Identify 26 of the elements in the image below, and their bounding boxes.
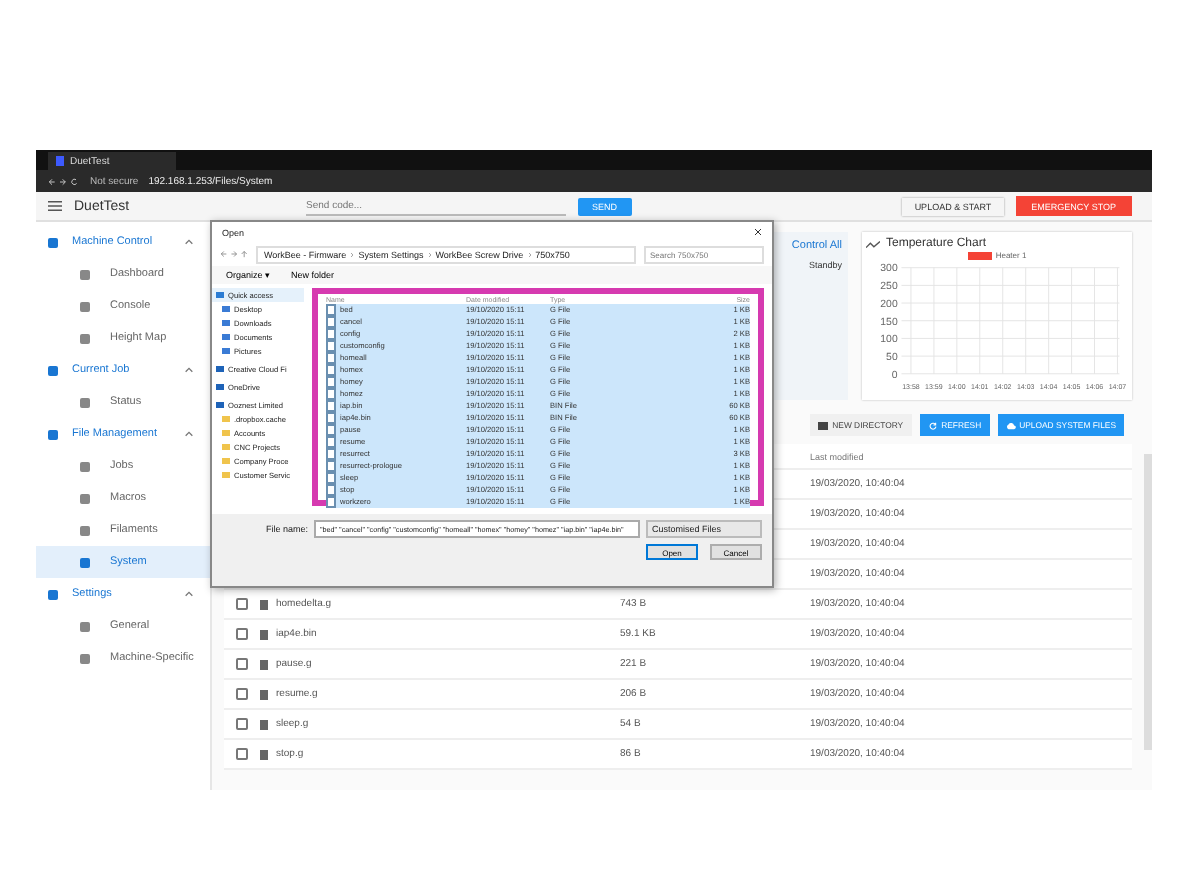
chevron-icon[interactable] <box>184 430 194 438</box>
close-icon[interactable] <box>754 228 762 236</box>
row-checkbox[interactable] <box>236 628 248 640</box>
row-checkbox[interactable] <box>236 748 248 760</box>
chevron-icon[interactable] <box>184 366 194 374</box>
group-icon <box>48 237 58 247</box>
group-icon <box>48 589 58 599</box>
file-icon <box>260 749 268 759</box>
row-checkbox[interactable] <box>236 598 248 610</box>
chevron-icon[interactable] <box>184 238 194 246</box>
row-checkbox[interactable] <box>236 688 248 700</box>
menu-icon[interactable] <box>48 200 62 212</box>
chart-icon <box>866 239 880 249</box>
refresh-icon <box>927 421 938 429</box>
cloud-icon <box>1005 421 1016 429</box>
file-icon <box>260 599 268 609</box>
file-icon <box>260 689 268 699</box>
file-icon <box>260 719 268 729</box>
group-icon <box>48 429 58 439</box>
group-icon <box>48 365 58 375</box>
row-checkbox[interactable] <box>236 718 248 730</box>
browser-nav-icon[interactable] <box>48 177 80 185</box>
chevron-icon[interactable] <box>184 590 194 598</box>
row-checkbox[interactable] <box>236 658 248 670</box>
file-icon <box>260 659 268 669</box>
file-icon <box>260 629 268 639</box>
